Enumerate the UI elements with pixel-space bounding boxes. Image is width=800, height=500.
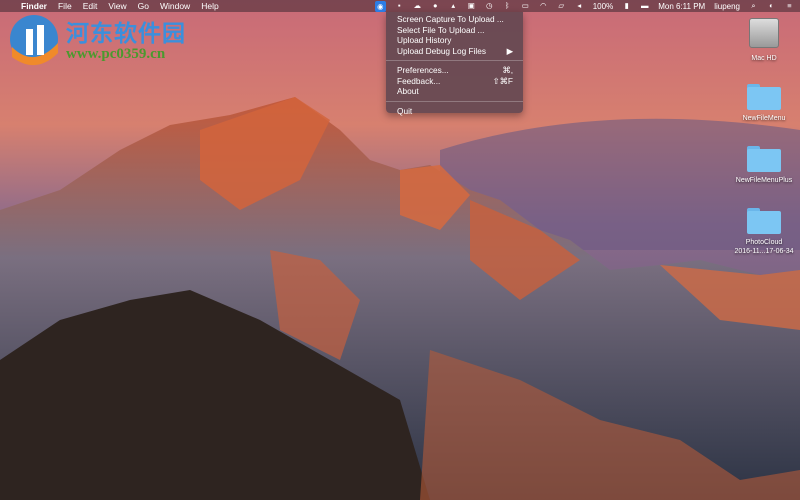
bluetooth-icon[interactable]: ᛒ (503, 2, 512, 10)
menu-item-upload-debug-log[interactable]: Upload Debug Log Files ▶ (386, 46, 523, 57)
label: Screen Capture To Upload ... (397, 14, 504, 24)
watermark-name: 河东软件园 (66, 21, 186, 47)
menu-item-about[interactable]: About (386, 86, 523, 97)
submenu-arrow-icon: ▶ (506, 45, 513, 56)
airplay-icon[interactable]: ▱ (557, 2, 566, 10)
icon-label: PhotoCloud (745, 239, 783, 246)
label: Upload Debug Log Files (397, 45, 487, 56)
label: About (397, 86, 419, 96)
cloud-icon[interactable]: ☁ (413, 2, 422, 10)
upload-app-icon[interactable]: ◉ (374, 0, 386, 12)
shortcut: ⇧⌘F (492, 75, 513, 86)
volume-icon[interactable]: ◂ (575, 2, 584, 10)
menu-item-screen-capture[interactable]: Screen Capture To Upload ... (386, 14, 523, 25)
time-machine-icon[interactable]: ◷ (485, 2, 494, 10)
hard-drive-icon (749, 18, 779, 48)
menu-window[interactable]: Window (160, 1, 190, 11)
folder-icon (747, 146, 781, 172)
menu-finder[interactable]: Finder (21, 1, 47, 11)
icon-label: NewFileMenuPlus (735, 177, 793, 184)
desktop-icon-newfilemenuplus[interactable]: NewFileMenuPlus (724, 146, 800, 185)
menu-item-quit[interactable]: Quit (386, 106, 523, 117)
wechat-icon[interactable]: ● (431, 2, 440, 10)
label: Select File To Upload ... (397, 24, 485, 35)
menu-separator (386, 60, 523, 61)
menu-item-feedback[interactable]: Feedback... ⇧⌘F (386, 76, 523, 87)
folder-icon (747, 84, 781, 110)
siri-icon[interactable]: ◐ (767, 2, 776, 10)
clock[interactable]: Mon 6:11 PM (658, 2, 705, 11)
label: Preferences... (397, 65, 449, 75)
icon-label: NewFileMenu (742, 115, 786, 122)
wifi-icon[interactable]: ◠ (539, 2, 548, 10)
menu-item-select-file[interactable]: Select File To Upload ... (386, 25, 523, 36)
printer-icon[interactable]: ▣ (467, 2, 476, 10)
menu-edit[interactable]: Edit (83, 1, 98, 11)
battery-percent[interactable]: 100% (593, 2, 613, 11)
desktop-icon-mac-hd[interactable]: Mac HD (724, 18, 800, 63)
menu-help[interactable]: Help (201, 1, 218, 11)
label: Quit (397, 105, 413, 116)
input-flag-icon[interactable]: ▬ (640, 2, 649, 10)
user-name[interactable]: liupeng (714, 2, 740, 11)
icon-label: Mac HD (751, 55, 777, 62)
message-icon[interactable]: ▪ (395, 2, 404, 10)
menu-file[interactable]: File (58, 1, 72, 11)
menu-item-upload-history[interactable]: Upload History (386, 35, 523, 46)
menu-view[interactable]: View (108, 1, 126, 11)
upload-app-menu: Screen Capture To Upload ... Select File… (386, 12, 523, 116)
menu-bar: Finder File Edit View Go Window Help ◉ ▪… (0, 0, 800, 12)
notification-icon[interactable]: ▴ (449, 2, 458, 10)
shortcut: ⌘, (502, 65, 513, 75)
menu-item-preferences[interactable]: Preferences... ⌘, (386, 65, 523, 76)
desktop-icon-newfilemenu[interactable]: NewFileMenu (724, 84, 800, 123)
icon-sublabel: 2016-11...17-06-34 (734, 248, 794, 255)
folder-icon (747, 208, 781, 234)
label: Feedback... (397, 75, 441, 86)
spotlight-search-icon[interactable]: ⌕ (749, 2, 758, 10)
menu-go[interactable]: Go (138, 1, 149, 11)
label: Upload History (397, 35, 452, 45)
watermark-url: www.pc0359.cn (66, 46, 166, 62)
menu-separator (386, 100, 523, 102)
notification-center-icon[interactable]: ≡ (785, 2, 794, 10)
battery-icon[interactable]: ▮ (622, 2, 631, 10)
display-icon[interactable]: ▭ (521, 2, 530, 10)
desktop-icon-photocloud[interactable]: PhotoCloud 2016-11...17-06-34 (724, 208, 800, 256)
watermark-logo-icon (10, 15, 58, 66)
